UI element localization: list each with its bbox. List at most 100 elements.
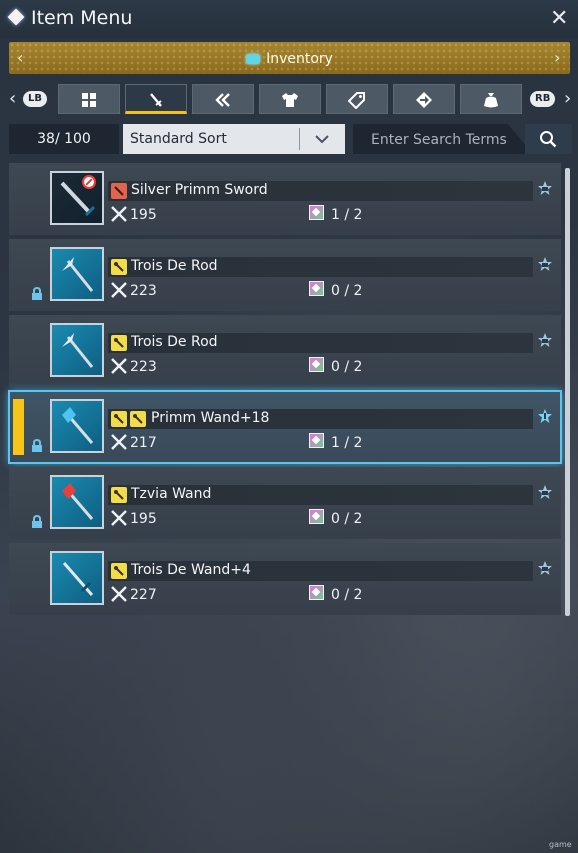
- item-name: Trois De Rod: [131, 334, 218, 350]
- search-placeholder: Enter Search Terms: [371, 132, 507, 148]
- wand-type-icon: [111, 411, 127, 427]
- tab-bag[interactable]: [460, 84, 522, 114]
- lock-icon: [32, 287, 42, 300]
- wand-icon: [62, 483, 94, 520]
- item-name-strip: Trois De Rod: [108, 333, 533, 353]
- attack-swords-icon: [111, 586, 127, 602]
- window-title: Item Menu: [31, 7, 133, 29]
- item-row[interactable]: Trois De Rod 223 0 / 2: [9, 315, 561, 387]
- item-attack: 223: [130, 359, 157, 375]
- inventory-bar: ‹ Inventory ›: [9, 42, 570, 74]
- arrow-diamond-icon: [416, 92, 432, 108]
- item-name: Primm Wand+18: [151, 410, 270, 426]
- scrollbar[interactable]: [565, 168, 570, 616]
- scrollbar-thumb[interactable]: [565, 168, 570, 616]
- item-thumbnail: [50, 323, 104, 377]
- tab-arrow[interactable]: [393, 84, 455, 114]
- item-augments: 0 / 2: [331, 587, 363, 603]
- tab-all-items[interactable]: [58, 84, 120, 114]
- item-thumbnail: [50, 247, 104, 301]
- item-augments: 1 / 2: [331, 435, 363, 451]
- category-tabs: ‹ LB RB ›: [0, 82, 578, 118]
- item-augments: 0 / 2: [331, 511, 363, 527]
- item-name-strip: Trois De Wand+4: [108, 561, 533, 581]
- item-attack: 217: [130, 435, 157, 451]
- tab-double-chevron[interactable]: [192, 84, 254, 114]
- item-attack: 195: [130, 207, 157, 223]
- wand-type-icon: [130, 411, 146, 427]
- inventory-icon: [246, 54, 261, 64]
- item-name-strip: Primm Wand+18: [108, 409, 533, 429]
- item-thumbnail: [50, 551, 104, 605]
- shirt-armor-icon: [282, 93, 298, 107]
- all-items-grid-icon: [82, 93, 96, 107]
- search-input[interactable]: Enter Search Terms: [353, 124, 533, 154]
- item-augments: 0 / 2: [331, 283, 363, 299]
- attack-swords-icon: [111, 282, 127, 298]
- wand-type-icon: [111, 563, 127, 579]
- attack-swords-icon: [111, 358, 127, 374]
- close-icon[interactable]: ✕: [550, 6, 568, 31]
- chevron-right-icon[interactable]: ›: [554, 48, 560, 67]
- item-row-selected[interactable]: Primm Wand+18 217 1 / 2: [8, 390, 562, 464]
- inventory-label-wrap: Inventory: [9, 51, 570, 67]
- favorite-star-icon[interactable]: [537, 408, 553, 424]
- lock-icon: [32, 515, 42, 528]
- sword-weapon-icon: [150, 93, 162, 107]
- rod-icon: [62, 257, 94, 292]
- item-row[interactable]: Tzvia Wand 195 0 / 2: [9, 467, 561, 539]
- wand-icon: [62, 407, 94, 444]
- sort-dropdown[interactable]: Standard Sort: [123, 124, 345, 154]
- lock-icon: [32, 439, 42, 452]
- wand-type-icon: [111, 487, 127, 503]
- search-button[interactable]: [525, 124, 572, 154]
- item-name-strip: Trois De Rod: [108, 257, 533, 277]
- inventory-label: Inventory: [266, 51, 333, 67]
- augment-slot-icon: [309, 433, 324, 448]
- item-attack: 227: [130, 587, 157, 603]
- sword-type-icon: [111, 183, 127, 199]
- favorite-star-icon[interactable]: [537, 484, 553, 500]
- item-name: Silver Primm Sword: [131, 182, 268, 198]
- tab-armor[interactable]: [259, 84, 321, 114]
- chevron-down-icon: [315, 135, 329, 144]
- item-name: Trois De Wand+4: [131, 562, 251, 578]
- tab-tags[interactable]: [326, 84, 388, 114]
- item-row[interactable]: Trois De Rod 223 0 / 2: [9, 239, 561, 311]
- rod-type-icon: [111, 335, 127, 351]
- tab-weapons[interactable]: [125, 84, 187, 114]
- lb-button[interactable]: LB: [23, 91, 47, 107]
- item-attack: 195: [130, 511, 157, 527]
- tag-icon: [348, 92, 365, 109]
- item-thumbnail: [50, 171, 104, 225]
- favorite-star-icon[interactable]: [537, 180, 553, 196]
- item-name-strip: Tzvia Wand: [108, 485, 533, 505]
- item-row[interactable]: Trois De Wand+4 227 0 / 2: [9, 543, 561, 615]
- favorite-star-icon[interactable]: [537, 332, 553, 348]
- item-row[interactable]: Silver Primm Sword 195 1 / 2: [9, 163, 561, 235]
- restricted-icon: [82, 175, 96, 189]
- favorite-star-icon[interactable]: [537, 560, 553, 576]
- attack-swords-icon: [111, 434, 127, 450]
- inventory-count: 38/ 100: [9, 124, 119, 154]
- attack-swords-icon: [111, 510, 127, 526]
- augment-slot-icon: [309, 205, 324, 220]
- augment-slot-icon: [309, 585, 324, 600]
- diamond-icon: [7, 8, 25, 26]
- category-prev-icon[interactable]: ‹: [9, 88, 16, 109]
- rod-type-icon: [111, 259, 127, 275]
- category-next-icon[interactable]: ›: [564, 88, 571, 109]
- rb-button[interactable]: RB: [530, 91, 556, 107]
- item-augments: 0 / 2: [331, 359, 363, 375]
- item-thumbnail: [50, 475, 104, 529]
- bag-icon: [484, 93, 498, 108]
- title-bar: Item Menu ✕: [0, 0, 578, 38]
- item-name: Trois De Rod: [131, 258, 218, 274]
- augment-slot-icon: [309, 357, 324, 372]
- augment-slot-icon: [309, 281, 324, 296]
- item-name-strip: Silver Primm Sword: [108, 181, 533, 201]
- favorite-star-icon[interactable]: [537, 256, 553, 272]
- item-attack: 223: [130, 283, 157, 299]
- double-chevron-weapon-icon: [215, 93, 230, 107]
- item-thumbnail: [50, 399, 104, 453]
